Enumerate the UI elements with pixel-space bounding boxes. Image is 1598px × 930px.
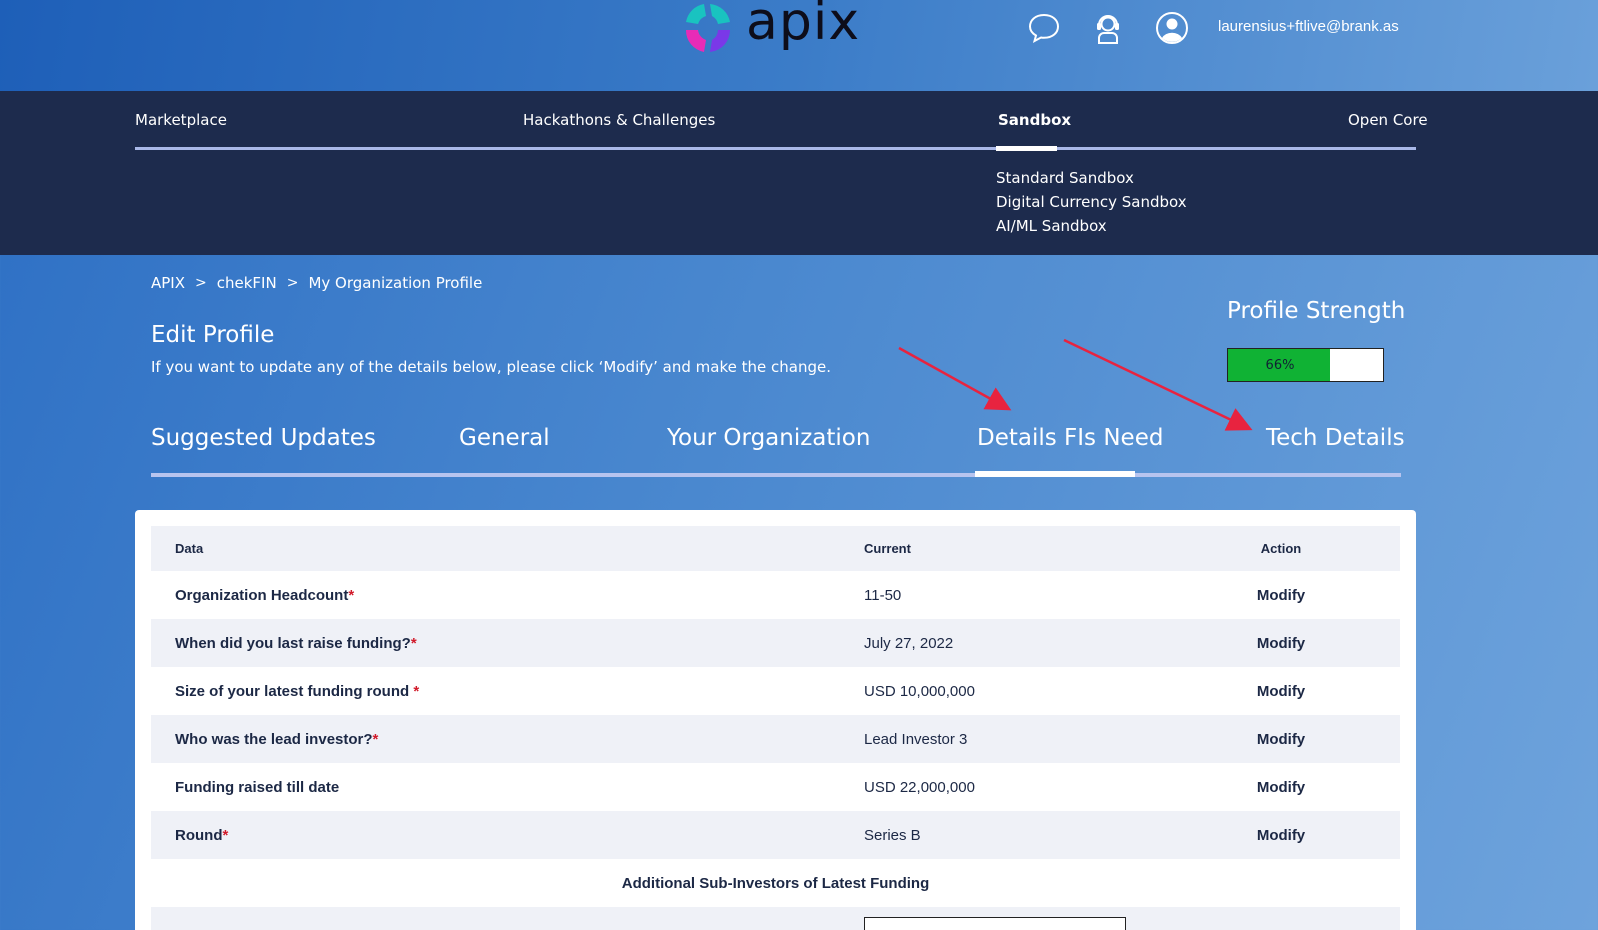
required-marker: * [413, 682, 420, 700]
modify-button[interactable]: Modify [1201, 779, 1361, 796]
tabs-underline [151, 473, 1401, 477]
profile-strength-bar: 66% [1227, 348, 1384, 382]
modify-button[interactable]: Modify [1201, 827, 1361, 844]
row-current-value: Series B [864, 826, 921, 844]
modify-button[interactable]: Modify [1201, 683, 1361, 700]
nav-item-open-core[interactable]: Open Core [1348, 111, 1428, 129]
row-label: Size of your latest funding round * [175, 682, 420, 700]
row-label: Round* [175, 826, 229, 844]
page-title: Edit Profile [151, 322, 275, 348]
table-row: Who was the lead investor?* Lead Investo… [151, 715, 1400, 763]
support-agent-icon[interactable] [1091, 11, 1125, 45]
apix-logo-mark-icon [685, 4, 731, 52]
required-marker: * [348, 586, 355, 604]
submenu-aiml-sandbox[interactable]: AI/ML Sandbox [996, 217, 1107, 235]
row-label: Who was the lead investor?* [175, 730, 379, 748]
table-header-row: Data Current Action [151, 526, 1400, 571]
tab-suggested-updates[interactable]: Suggested Updates [151, 425, 376, 451]
required-marker: * [410, 634, 417, 652]
details-table: Data Current Action Organization Headcou… [151, 526, 1400, 930]
details-card: Data Current Action Organization Headcou… [135, 510, 1416, 930]
modify-button[interactable]: Modify [1201, 587, 1361, 604]
main-nav: Marketplace Hackathons & Challenges Sand… [0, 91, 1598, 255]
table-row [151, 907, 1400, 930]
row-label: Funding raised till date [175, 778, 340, 796]
breadcrumb-apix[interactable]: APIX [151, 274, 185, 292]
nav-underline [135, 147, 1416, 150]
tab-tech-details[interactable]: Tech Details [1266, 425, 1405, 451]
table-row: Size of your latest funding round * USD … [151, 667, 1400, 715]
sub-investor-input[interactable] [864, 917, 1126, 930]
nav-active-indicator [996, 146, 1057, 151]
submenu-standard-sandbox[interactable]: Standard Sandbox [996, 169, 1134, 187]
profile-strength-title: Profile Strength [1227, 298, 1406, 324]
row-label: When did you last raise funding?* [175, 634, 417, 652]
chevron-right-icon: > [195, 275, 207, 291]
tab-details-fis-need[interactable]: Details FIs Need [977, 425, 1163, 451]
annotation-arrow [1063, 338, 1253, 431]
required-marker: * [222, 826, 229, 844]
user-account-icon[interactable] [1155, 11, 1189, 45]
column-header-action: Action [1260, 541, 1302, 556]
tab-active-indicator [975, 471, 1135, 477]
chat-icon[interactable] [1027, 11, 1061, 45]
row-current-value: 11-50 [864, 586, 902, 604]
row-current-value: July 27, 2022 [864, 634, 954, 652]
modify-button[interactable]: Modify [1201, 731, 1361, 748]
user-email[interactable]: laurensius+ftlive@brank.as [1218, 18, 1399, 35]
row-label: Organization Headcount* [175, 586, 355, 604]
required-marker: * [372, 730, 379, 748]
breadcrumb-my-organization-profile: My Organization Profile [308, 274, 483, 292]
tab-your-organization[interactable]: Your Organization [667, 425, 870, 451]
annotation-arrow [898, 346, 1012, 411]
table-row: Round* Series B Modify [151, 811, 1400, 859]
column-header-current: Current [864, 541, 911, 556]
profile-strength-label: 66% [1265, 357, 1295, 373]
table-row: When did you last raise funding?* July 2… [151, 619, 1400, 667]
row-current-value: USD 22,000,000 [864, 778, 975, 796]
logo-text: apix [746, 0, 861, 52]
modify-button[interactable]: Modify [1201, 635, 1361, 652]
sub-investors-heading: Additional Sub-Investors of Latest Fundi… [621, 874, 930, 892]
nav-item-sandbox[interactable]: Sandbox [998, 111, 1071, 129]
row-current-value: USD 10,000,000 [864, 682, 975, 700]
column-header-data: Data [175, 541, 204, 556]
table-row: Funding raised till date USD 22,000,000 … [151, 763, 1400, 811]
page-description: If you want to update any of the details… [151, 358, 831, 376]
nav-item-marketplace[interactable]: Marketplace [135, 111, 227, 129]
table-row: Organization Headcount* 11-50 Modify [151, 571, 1400, 619]
nav-item-hackathons[interactable]: Hackathons & Challenges [523, 111, 715, 129]
chevron-right-icon: > [286, 275, 299, 291]
tab-general[interactable]: General [459, 425, 550, 451]
breadcrumb: APIX > chekFIN > My Organization Profile [151, 274, 482, 292]
top-header: apix laurensius+ftlive@brank.as [0, 0, 1598, 91]
row-current-value: Lead Investor 3 [864, 730, 968, 748]
breadcrumb-chekfin[interactable]: chekFIN [217, 274, 277, 292]
submenu-digital-currency-sandbox[interactable]: Digital Currency Sandbox [996, 193, 1187, 211]
apix-logo[interactable]: apix [676, 0, 860, 58]
